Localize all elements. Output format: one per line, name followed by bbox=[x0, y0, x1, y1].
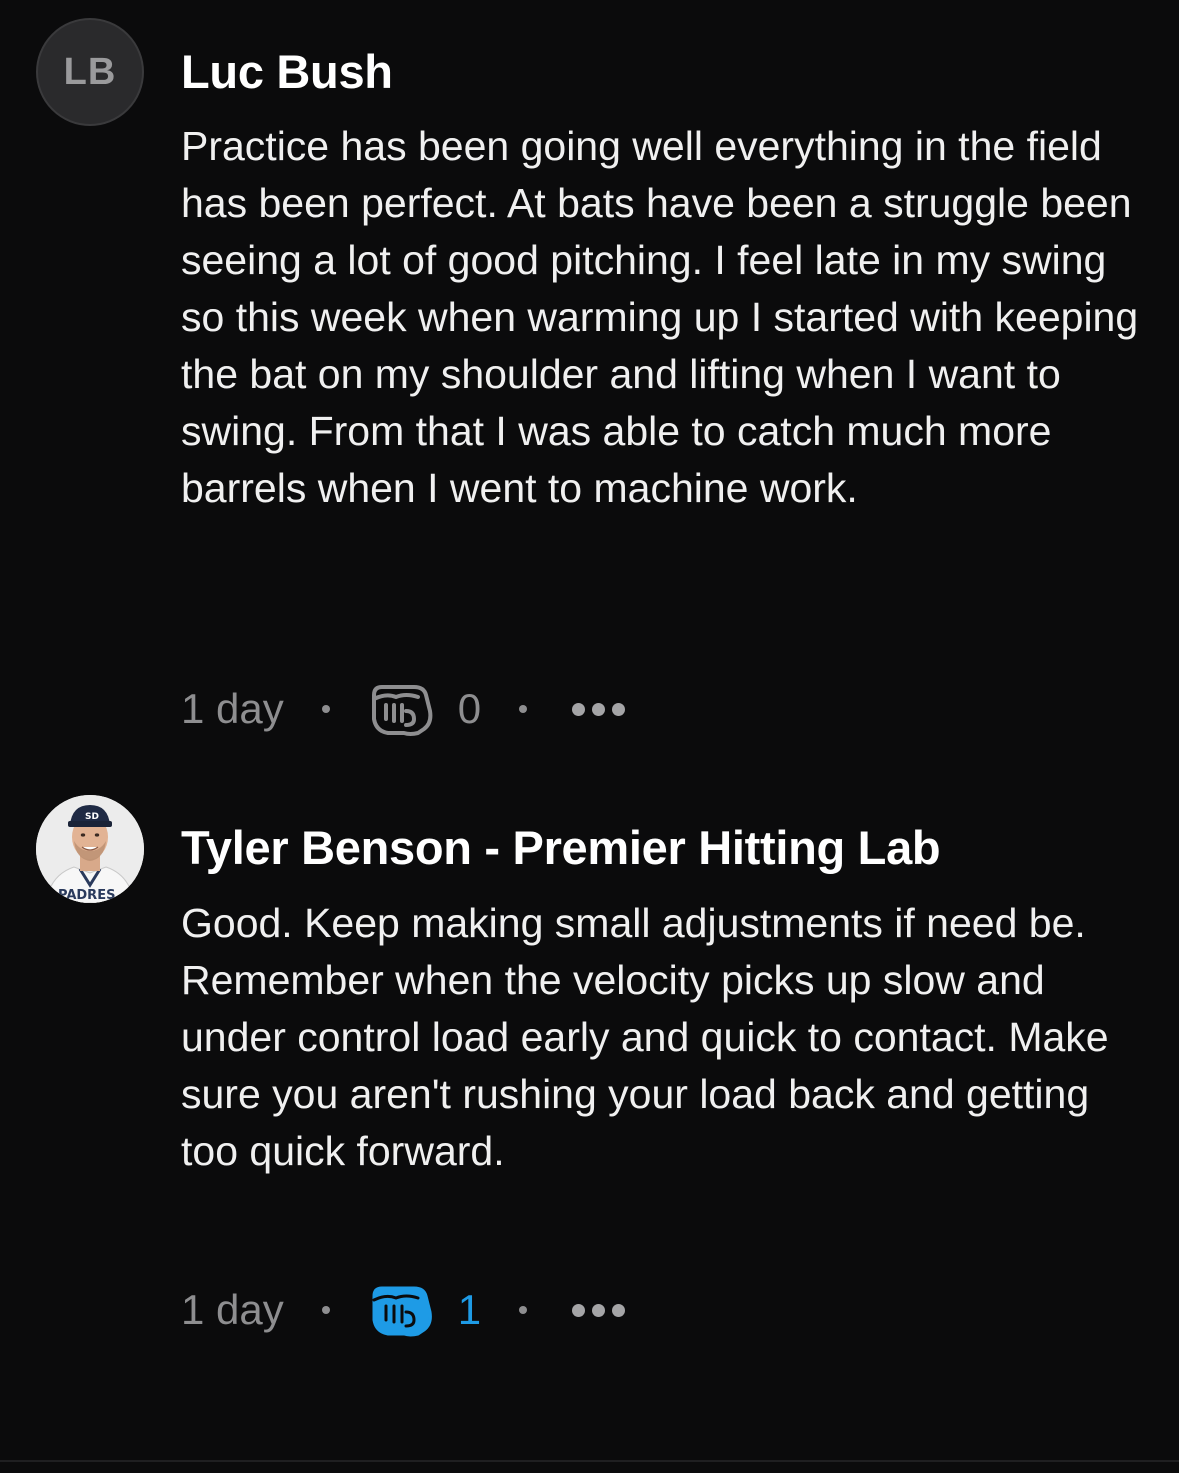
svg-text:PADRES: PADRES bbox=[58, 888, 115, 903]
divider bbox=[0, 1460, 1179, 1462]
avatar-initials: LB bbox=[63, 50, 117, 93]
comment-author[interactable]: Tyler Benson - Premier Hitting Lab bbox=[181, 820, 941, 875]
avatar[interactable]: LB bbox=[36, 18, 144, 126]
fist-bump-icon bbox=[372, 1286, 432, 1337]
fist-bump-button[interactable] bbox=[366, 1282, 434, 1338]
separator-dot bbox=[321, 1306, 330, 1314]
reaction-count: 1 bbox=[457, 1286, 482, 1333]
separator-dot bbox=[519, 705, 528, 713]
fist-bump-icon bbox=[371, 685, 433, 736]
fist-bump-button[interactable] bbox=[366, 681, 434, 737]
separator-dot bbox=[321, 705, 330, 713]
profile-photo-icon: PADRES SD bbox=[36, 795, 144, 903]
separator-dot bbox=[519, 1306, 528, 1314]
more-options-button[interactable] bbox=[572, 1303, 626, 1317]
more-options-button[interactable] bbox=[572, 702, 626, 716]
avatar[interactable]: PADRES SD bbox=[36, 795, 144, 903]
comment-author[interactable]: Luc Bush bbox=[181, 44, 393, 99]
comment-meta: 1 day 1 bbox=[181, 1280, 626, 1340]
comment-text: Good. Keep making small adjustments if n… bbox=[181, 900, 1109, 1174]
svg-text:SD: SD bbox=[85, 812, 99, 822]
comment-text: Practice has been going well everything … bbox=[181, 123, 1139, 511]
comment-time: 1 day bbox=[181, 1286, 284, 1333]
comment-meta: 1 day 0 bbox=[181, 679, 626, 739]
reaction-count: 0 bbox=[457, 685, 482, 732]
comment-time: 1 day bbox=[181, 685, 284, 732]
